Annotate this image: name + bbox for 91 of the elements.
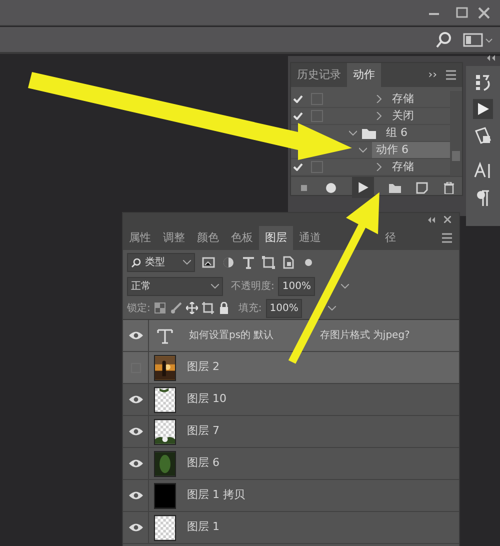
expanded-icon[interactable] <box>349 129 357 137</box>
layer-thumbnail <box>154 482 176 508</box>
layer-name[interactable]: 图层 1 <box>187 519 220 536</box>
menu-icon[interactable] <box>445 70 457 80</box>
action-item[interactable]: 关闭 <box>388 108 450 124</box>
caret-icon[interactable] <box>340 284 349 288</box>
record-icon[interactable] <box>325 182 338 194</box>
expand-toggle[interactable]: ›› <box>428 63 437 87</box>
trash-icon[interactable] <box>442 182 455 194</box>
layer-name[interactable]: 图层 7 <box>187 423 220 440</box>
action-item[interactable]: 存储 <box>388 91 450 107</box>
folder-icon <box>362 128 376 138</box>
eye-icon[interactable] <box>128 331 142 340</box>
check-icon[interactable] <box>293 95 303 103</box>
panel-tab[interactable]: 颜色 <box>191 226 225 250</box>
layer-thumbnail <box>154 450 176 476</box>
character-icon[interactable] <box>473 161 493 181</box>
layer-row[interactable]: 图层 1 拷贝 <box>123 480 459 512</box>
caret-icon <box>211 284 219 288</box>
opacity-label: 不透明度: <box>231 280 274 294</box>
panel-tab[interactable]: 通道 <box>293 226 327 250</box>
type-filter-icon[interactable] <box>242 256 255 269</box>
folder-icon[interactable] <box>388 182 401 194</box>
adjustment-filter-icon[interactable] <box>222 256 235 269</box>
panel-tab[interactable]: 调整 <box>157 226 191 250</box>
caret-icon[interactable] <box>328 306 336 310</box>
panel-tab[interactable]: 图层 <box>259 226 293 250</box>
fill-field[interactable]: 100% <box>266 298 302 318</box>
eye-icon[interactable] <box>128 459 142 468</box>
check-icon[interactable] <box>293 112 303 120</box>
play-icon[interactable] <box>352 177 374 198</box>
new-item-icon[interactable] <box>416 182 428 194</box>
caret-icon <box>183 260 191 265</box>
close-icon[interactable] <box>477 6 491 20</box>
panel-tab[interactable]: 动作 <box>347 63 381 87</box>
toggle-dot-icon[interactable] <box>302 256 315 269</box>
layer-row[interactable]: 如何设置ps的 默认 存图片格式 为jpeg? <box>123 320 459 352</box>
history-icon[interactable] <box>473 72 493 92</box>
layer-name[interactable]: 图层 10 <box>187 391 226 408</box>
layer-name[interactable]: 图层 1 拷贝 <box>187 487 245 504</box>
layer-row[interactable]: 图层 6 <box>123 448 459 480</box>
collapsed-icon[interactable] <box>375 95 383 103</box>
opacity-field[interactable]: 100% <box>278 276 315 296</box>
layer-row[interactable]: 图层 10 <box>123 384 459 416</box>
image-filter-icon[interactable] <box>202 256 215 269</box>
layer-row[interactable]: 图层 1 <box>123 512 459 544</box>
layer-row[interactable]: 图层 7 <box>123 416 459 448</box>
action-item[interactable]: 组 6 <box>382 125 450 141</box>
maximize-icon[interactable] <box>455 6 469 20</box>
panel-tab[interactable]: 属性 <box>123 226 157 250</box>
lock-icon[interactable] <box>218 302 230 314</box>
layer-thumbnail <box>154 514 176 540</box>
close-icon[interactable] <box>444 216 451 223</box>
layer-name[interactable]: 图层 6 <box>187 455 220 472</box>
move-icon[interactable] <box>186 302 198 314</box>
collapsed-icon[interactable] <box>375 112 383 120</box>
collapsed-icon[interactable] <box>375 163 383 171</box>
panel-tab[interactable]: 色板 <box>225 226 259 250</box>
layer-thumbnail <box>154 386 176 412</box>
check-icon[interactable] <box>293 163 303 171</box>
layer-name[interactable]: 图层 2 <box>187 359 220 376</box>
action-item[interactable]: 动作 6 <box>372 142 450 158</box>
eye-icon[interactable] <box>128 395 142 404</box>
smart-object-filter-icon[interactable] <box>282 256 295 269</box>
eye-icon[interactable] <box>128 491 142 500</box>
layer-thumbnail <box>154 418 176 444</box>
menu-icon[interactable] <box>441 233 453 243</box>
scrollbar[interactable] <box>450 91 462 176</box>
eye-icon[interactable] <box>128 427 142 436</box>
layer-row[interactable]: 图层 2 <box>123 352 459 384</box>
blend-mode-dropdown[interactable]: 正常 <box>127 276 223 296</box>
layer-name[interactable]: 如何设置ps的 默认 <box>189 328 274 343</box>
crop-icon[interactable] <box>202 302 214 314</box>
workspace-icon[interactable] <box>463 32 493 48</box>
search-icon[interactable] <box>436 32 452 48</box>
panel-tab[interactable]: 径 <box>379 226 402 250</box>
transform-icon[interactable] <box>473 126 493 146</box>
search-icon <box>131 258 141 268</box>
fill-label: 填充: <box>238 302 262 316</box>
panel-tab[interactable]: 历史记录 <box>291 63 347 87</box>
text-layer-icon <box>157 328 173 344</box>
shape-filter-icon[interactable] <box>262 256 275 269</box>
checkerboard-icon[interactable] <box>154 302 166 314</box>
play-icon[interactable] <box>473 99 493 119</box>
filter-dropdown[interactable]: 类型 <box>127 253 195 272</box>
expanded-icon[interactable] <box>359 146 367 154</box>
layer-name[interactable]: 存图片格式 为jpeg? <box>320 328 410 343</box>
eye-icon[interactable] <box>128 523 142 532</box>
lock-label: 锁定: <box>127 302 150 316</box>
brush-icon[interactable] <box>170 302 182 314</box>
action-item[interactable]: 存储 <box>388 159 450 175</box>
